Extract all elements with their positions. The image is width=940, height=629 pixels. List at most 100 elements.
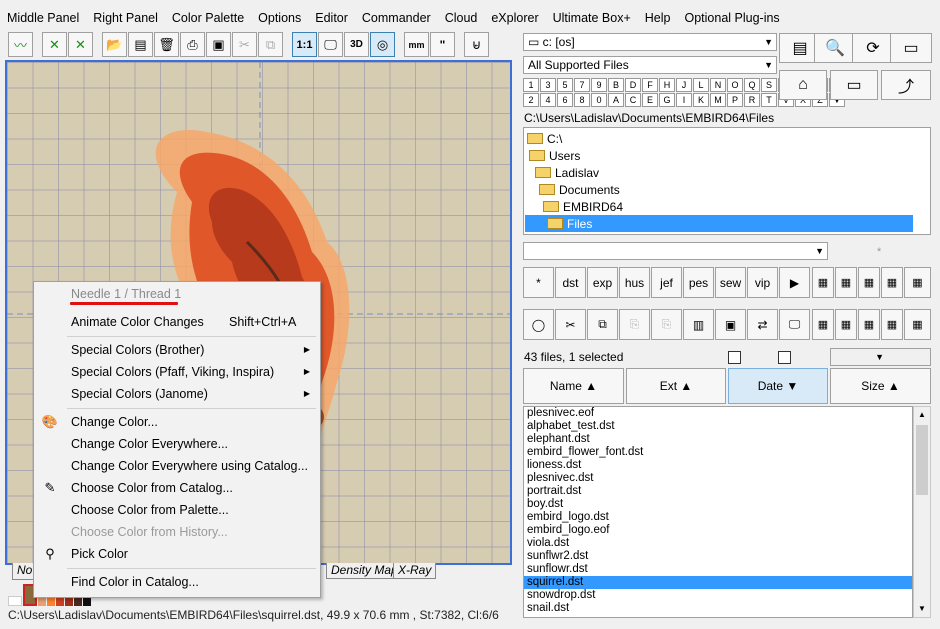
copy-icon[interactable]: ⧉ xyxy=(587,309,618,340)
format-filter-button[interactable]: vip xyxy=(747,267,778,298)
letter-filter-button[interactable]: 7 xyxy=(574,78,590,92)
tree-node-documents[interactable]: Documents xyxy=(539,181,620,198)
ruler-mm-button[interactable]: mm xyxy=(404,32,429,57)
format-filter-button[interactable]: jef xyxy=(651,267,682,298)
menu-item-change-color[interactable]: Change Color... xyxy=(71,415,158,429)
menu-editor[interactable]: Editor xyxy=(308,8,355,28)
file-list-item[interactable]: snail.dst xyxy=(524,602,912,615)
letter-filter-button[interactable]: 4 xyxy=(540,93,556,107)
color-grid-icon[interactable]: ▦ xyxy=(858,309,880,340)
cut-icon[interactable]: ✂ xyxy=(232,32,257,57)
letter-filter-button[interactable]: G xyxy=(659,93,675,107)
menu-color-palette[interactable]: Color Palette xyxy=(165,8,251,28)
letter-filter-button[interactable]: 3 xyxy=(540,78,556,92)
letter-filter-button[interactable]: 6 xyxy=(557,93,573,107)
file-filter-select[interactable]: All Supported Files ▼ xyxy=(523,56,777,74)
tree-node-c[interactable]: C:\ xyxy=(527,130,562,147)
color-grid-icon[interactable]: ▦ xyxy=(858,267,880,298)
column-header-size[interactable]: Size ▲ xyxy=(830,368,931,404)
menu-middle-panel[interactable]: Middle Panel xyxy=(0,8,86,28)
open-icon[interactable]: 📂 xyxy=(102,32,127,57)
letter-filter-button[interactable]: F xyxy=(642,78,658,92)
color-grid-icon[interactable]: ▦ xyxy=(812,267,834,298)
cut-icon[interactable]: ✂ xyxy=(555,309,586,340)
ruler-inch-button[interactable]: " xyxy=(430,32,455,57)
column-header-date[interactable]: Date ▼ xyxy=(728,368,828,404)
paste-icon[interactable]: ⎘ xyxy=(619,309,650,340)
preview-search-icon[interactable]: 🔍 xyxy=(814,33,856,63)
letter-filter-button[interactable]: L xyxy=(693,78,709,92)
file-list-item[interactable]: elephant.dst xyxy=(524,433,912,446)
scroll-up-icon[interactable]: ▲ xyxy=(914,407,930,423)
menu-item-choose-from-history[interactable]: Choose Color from History... xyxy=(71,525,228,539)
settings-panel-icon[interactable]: ▭ xyxy=(890,33,932,63)
file-list-item[interactable]: squirrel.dst xyxy=(524,576,912,589)
letter-filter-button[interactable]: O xyxy=(727,78,743,92)
letter-filter-button[interactable]: Q xyxy=(744,78,760,92)
letter-filter-button[interactable]: 9 xyxy=(591,78,607,92)
menu-help[interactable]: Help xyxy=(638,8,678,28)
color-grid-icon[interactable]: ▦ xyxy=(904,309,931,340)
menu-right-panel[interactable]: Right Panel xyxy=(86,8,165,28)
letter-filter-button[interactable]: 5 xyxy=(557,78,573,92)
menu-ultimate-box[interactable]: Ultimate Box+ xyxy=(546,8,638,28)
color-grid-icon[interactable]: ▦ xyxy=(881,309,903,340)
menu-item-special-colors-janome[interactable]: Special Colors (Janome) xyxy=(71,387,208,401)
print-icon[interactable]: ⎙ xyxy=(180,32,205,57)
folder-up-icon[interactable]: ⤴ xyxy=(881,70,931,100)
letter-filter-button[interactable]: P xyxy=(727,93,743,107)
convert-icon[interactable]: ⇄ xyxy=(747,309,778,340)
file-list-item[interactable]: embird_flower_font.dst xyxy=(524,446,912,459)
letter-filter-button[interactable]: R xyxy=(744,93,760,107)
color-grid-icon[interactable]: ▦ xyxy=(881,267,903,298)
monitor-icon[interactable]: 🖵 xyxy=(318,32,343,57)
scrollbar-thumb[interactable] xyxy=(916,425,928,495)
menu-item-choose-from-palette[interactable]: Choose Color from Palette... xyxy=(71,503,229,517)
export-icon[interactable]: ▣ xyxy=(206,32,231,57)
3d-button[interactable]: 3D xyxy=(344,32,369,57)
folder-icon[interactable]: ▭ xyxy=(830,70,878,100)
letter-filter-button[interactable]: B xyxy=(608,78,624,92)
format-filter-button[interactable]: exp xyxy=(587,267,618,298)
menu-item-change-color-everywhere-catalog[interactable]: Change Color Everywhere using Catalog... xyxy=(71,459,308,473)
file-list-item[interactable]: embird_logo.dst xyxy=(524,511,912,524)
letter-filter-button[interactable]: M xyxy=(710,93,726,107)
file-list-item[interactable]: boy.dst xyxy=(524,498,912,511)
remove-jump-icon[interactable]: ✕ xyxy=(68,32,93,57)
column-header-name[interactable]: Name ▲ xyxy=(523,368,624,404)
letter-filter-button[interactable]: H xyxy=(659,78,675,92)
column-header-ext[interactable]: Ext ▲ xyxy=(626,368,726,404)
format-filter-button[interactable]: pes xyxy=(683,267,714,298)
letter-filter-button[interactable]: D xyxy=(625,78,641,92)
letter-filter-button[interactable]: I xyxy=(676,93,692,107)
letter-filter-button[interactable]: E xyxy=(642,93,658,107)
format-filter-button[interactable]: * xyxy=(523,267,554,298)
letter-filter-button[interactable]: K xyxy=(693,93,709,107)
checkbox-2[interactable] xyxy=(778,351,791,364)
color-grid-icon[interactable]: ▦ xyxy=(835,309,857,340)
file-list-item[interactable]: embird_logo.eof xyxy=(524,524,912,537)
letter-filter-button[interactable]: 8 xyxy=(574,93,590,107)
color-grid-icon[interactable]: ▦ xyxy=(835,267,857,298)
monitor-icon[interactable]: 🖵 xyxy=(779,309,810,340)
checkbox-1[interactable] xyxy=(728,351,741,364)
file-list-item[interactable]: sunflwr2.dst xyxy=(524,550,912,563)
menu-item-change-color-everywhere[interactable]: Change Color Everywhere... xyxy=(71,437,228,451)
file-list-scrollbar[interactable]: ▲ ▼ xyxy=(913,406,931,618)
file-list-item[interactable]: portrait.dst xyxy=(524,485,912,498)
view-mode-select[interactable]: ▼ xyxy=(830,348,931,366)
letter-filter-button[interactable]: J xyxy=(676,78,692,92)
letter-filter-button[interactable]: 1 xyxy=(523,78,539,92)
letter-filter-button[interactable]: C xyxy=(625,93,641,107)
thread-icon[interactable]: ⊌ xyxy=(464,32,489,57)
format-filter-button[interactable]: sew xyxy=(715,267,746,298)
letter-filter-button[interactable]: T xyxy=(761,93,777,107)
color-grid-icon[interactable]: ▦ xyxy=(812,309,834,340)
tab-x-ray[interactable]: X-Ray xyxy=(393,563,437,579)
tree-node-embird64[interactable]: EMBIRD64 xyxy=(543,198,623,215)
file-list-item[interactable]: sunflowr.dst xyxy=(524,563,912,576)
menu-cloud[interactable]: Cloud xyxy=(438,8,485,28)
lasso-icon[interactable]: ◯ xyxy=(523,309,554,340)
menu-optional-plugins[interactable]: Optional Plug-ins xyxy=(677,8,786,28)
new-folder-icon[interactable]: ⌂ xyxy=(779,70,827,100)
